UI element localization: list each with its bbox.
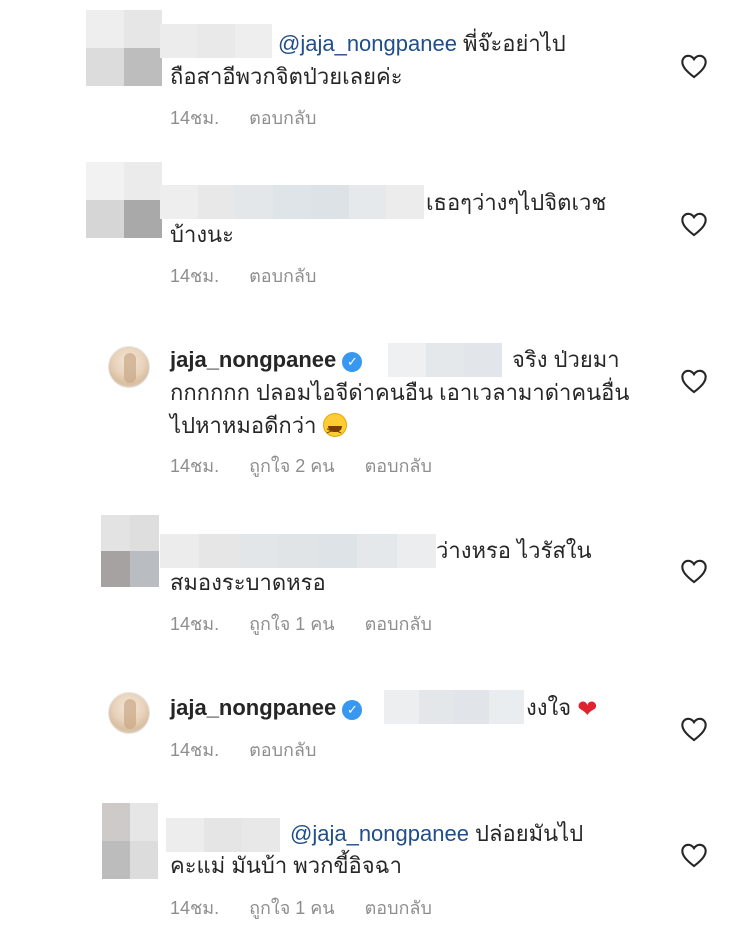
comment-text-line1: jaja_nongpanee ✓ [170,344,363,376]
reply-button[interactable]: ตอบกลับ [249,739,316,761]
comment-text-line2: สมองระบาดหรอ [170,570,326,595]
comment-meta: 14ชม. ถูกใจ 1 คน ตอบกลับ [170,897,462,919]
heart-outline-icon [681,717,707,742]
like-button[interactable] [680,558,708,584]
censored-username[interactable] [166,818,280,852]
like-button[interactable] [680,211,708,237]
comment-meta: 14ชม. ถูกใจ 1 คน ตอบกลับ [170,613,462,635]
censored-username[interactable] [160,185,424,219]
comment-text-line1: @jaja_nongpanee พี่จ๊ะอย่าไป [278,31,566,56]
likes-count-link[interactable]: ถูกใจ 2 คน [249,455,335,477]
timestamp: 14ชม. [170,740,220,760]
comment-meta: 14ชม. ตอบกลับ [170,265,346,287]
comment-text-line2: ถือสาอีพวกจิตป่วยเลยค่ะ [170,64,403,89]
avatar[interactable] [108,692,150,734]
like-button[interactable] [680,53,708,79]
comment-text-line2: คะแม่ มันบ้า พวกขี้อิจฉา [170,853,402,878]
mention-link[interactable]: @jaja_nongpanee [290,821,469,846]
reply-button[interactable]: ตอบกลับ [365,613,432,635]
heart-outline-icon [681,369,707,394]
heart-outline-icon [681,54,707,79]
avatar-blurred[interactable] [101,515,159,587]
comment-meta: 14ชม. ตอบกลับ [170,107,346,129]
comment-text-line2: กกกกกก ปลอมไอจีด่าคนอืน เอาเวลามาด่าคนอื… [170,380,630,405]
mention-link[interactable]: @jaja_nongpanee [278,31,457,56]
like-button[interactable] [680,368,708,394]
comment-text-line2: บ้างนะ [170,222,234,247]
timestamp: 14ชม. [170,456,220,476]
avatar-blurred[interactable] [86,162,162,238]
username-link[interactable]: jaja_nongpanee [170,695,336,720]
red-heart-emoji-icon: ❤ [577,696,598,723]
comment-text-line1-rest: จริง ป่วยมา [512,347,620,372]
comment-text-line1: ว่างหรอ ไวรัสใน [436,538,592,563]
heart-outline-icon [681,212,707,237]
comment-text-line1: เธอๆว่างๆไปจิตเวช [426,190,607,215]
heart-outline-icon [681,843,707,868]
comment-text-line3: ไปหาหมอดีกว่า [170,410,347,447]
like-button[interactable] [680,842,708,868]
heart-outline-icon [681,559,707,584]
timestamp: 14ชม. [170,898,220,918]
timestamp: 14ชม. [170,614,220,634]
reply-button[interactable]: ตอบกลับ [365,455,432,477]
reply-button[interactable]: ตอบกลับ [365,897,432,919]
comment-text-line1: jaja_nongpanee ✓ [170,692,363,724]
username-link[interactable]: jaja_nongpanee [170,347,336,372]
likes-count-link[interactable]: ถูกใจ 1 คน [249,613,335,635]
comment-meta: 14ชม. ตอบกลับ [170,739,346,761]
avatar[interactable] [108,346,150,388]
censored-mention[interactable] [384,690,524,724]
comment-meta: 14ชม. ถูกใจ 2 คน ตอบกลับ [170,455,462,477]
comment-text-line1: @jaja_nongpanee ปล่อยมันไป [290,821,584,846]
avatar-blurred[interactable] [102,803,158,879]
verified-badge-icon: ✓ [342,352,363,372]
laughing-emoji-icon [322,413,347,447]
reply-button[interactable]: ตอบกลับ [249,265,316,287]
like-button[interactable] [680,716,708,742]
timestamp: 14ชม. [170,108,220,128]
avatar-blurred[interactable] [86,10,162,86]
comment-thread: @jaja_nongpanee พี่จ๊ะอย่าไป ถือสาอีพวกจ… [0,0,750,951]
comment-text-line1-rest: งงใจ ❤ [526,695,598,723]
timestamp: 14ชม. [170,266,220,286]
likes-count-link[interactable]: ถูกใจ 1 คน [249,897,335,919]
verified-badge-icon: ✓ [342,700,363,720]
censored-mention[interactable] [388,343,502,377]
reply-button[interactable]: ตอบกลับ [249,107,316,129]
censored-username[interactable] [160,24,272,58]
censored-username[interactable] [160,534,436,568]
